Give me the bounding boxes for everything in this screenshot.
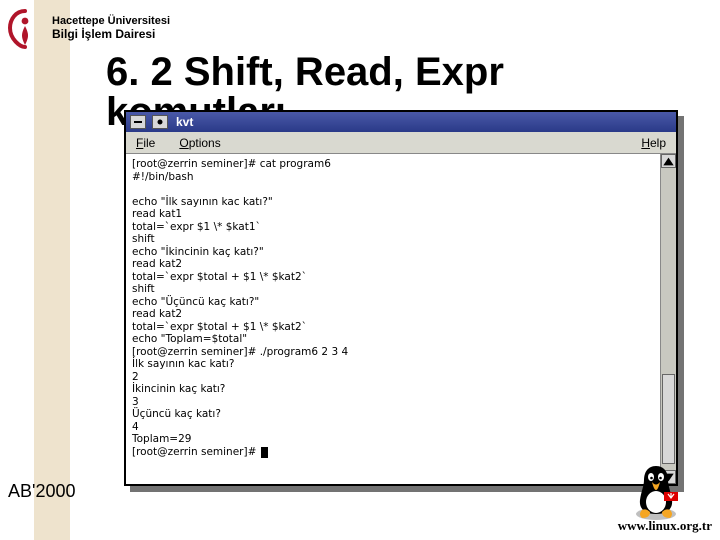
- scroll-up-button[interactable]: [661, 154, 676, 168]
- terminal-text[interactable]: [root@zerrin seminer]# cat program6 #!/b…: [126, 154, 660, 484]
- terminal-body: [root@zerrin seminer]# cat program6 #!/b…: [126, 154, 676, 484]
- header-text: Hacettepe Üniversitesi Bilgi İşlem Daire…: [52, 15, 170, 41]
- hacettepe-logo: [4, 7, 46, 49]
- menu-help[interactable]: Help: [641, 136, 666, 150]
- header: Hacettepe Üniversitesi Bilgi İşlem Daire…: [0, 0, 720, 56]
- cursor: [261, 447, 268, 458]
- menu-file[interactable]: File: [136, 136, 155, 150]
- sticky-button[interactable]: [152, 115, 168, 129]
- dept-name: Bilgi İşlem Dairesi: [52, 27, 170, 41]
- terminal-window: kvt File Options Help [root@zerrin semin…: [124, 110, 678, 486]
- menu-options[interactable]: Options: [179, 136, 220, 150]
- window-menu-button[interactable]: [130, 115, 146, 129]
- scrollbar[interactable]: [660, 154, 676, 484]
- scroll-thumb[interactable]: [662, 374, 675, 464]
- left-stripe: [34, 0, 70, 540]
- conference-label: AB'2000: [8, 481, 76, 502]
- menubar: File Options Help: [126, 132, 676, 154]
- slide-title: 6. 2 Shift, Read, Expr: [106, 52, 504, 92]
- titlebar: kvt: [126, 112, 676, 132]
- window-title: kvt: [176, 115, 193, 129]
- uni-name: Hacettepe Üniversitesi: [52, 15, 170, 27]
- tux-icon: [628, 462, 684, 522]
